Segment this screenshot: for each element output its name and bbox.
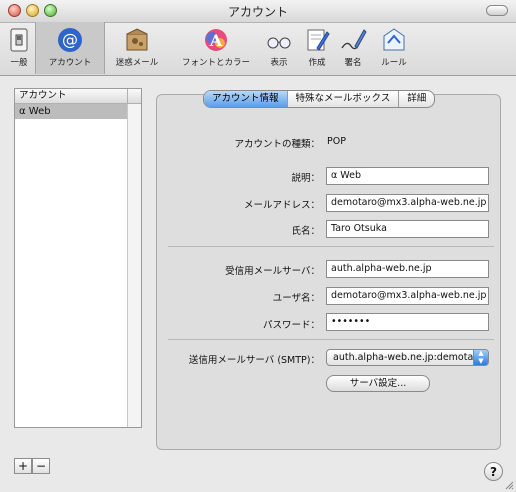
at-sign-icon: @: [58, 28, 82, 52]
toolbar-fonts-colors[interactable]: A フォントとカラー: [171, 26, 261, 74]
password-label: パスワード：: [262, 320, 320, 331]
description-label: 説明：: [291, 173, 320, 184]
toolbar-label: ルール: [381, 58, 407, 68]
toolbar-toggle-button[interactable]: [486, 5, 508, 16]
password-field[interactable]: •••••••: [326, 313, 489, 331]
account-row[interactable]: α Web: [15, 104, 141, 119]
font-color-icon: A: [205, 29, 227, 51]
rules-icon: [383, 28, 405, 51]
preferences-window: アカウント 一般 @ アカウント 迷惑メール A フォントとカラー 表示 作成 …: [0, 0, 516, 492]
account-type-label: アカウントの種類：: [234, 139, 320, 150]
username-field[interactable]: demotaro@mx3.alpha-web.ne.jp: [326, 287, 489, 305]
incoming-server-label: 受信用メールサーバ：: [225, 266, 320, 277]
accounts-list[interactable]: アカウント α Web: [14, 88, 142, 428]
smtp-server-label: 送信用メールサーバ (SMTP)：: [188, 355, 320, 366]
toolbar-label: 一般: [10, 58, 28, 68]
toolbar-label: アカウント: [48, 58, 92, 68]
email-field[interactable]: demotaro@mx3.alpha-web.ne.jp: [326, 194, 489, 212]
account-type-value: POP: [327, 136, 346, 147]
remove-account-button[interactable]: −: [32, 458, 50, 474]
accounts-scrollbar[interactable]: [127, 104, 141, 427]
smtp-server-selected-value: auth.alpha-web.ne.jp:demota: [333, 352, 474, 363]
toolbar-label: 署名: [344, 58, 362, 68]
toolbar-general[interactable]: 一般: [4, 26, 34, 74]
full-name-field[interactable]: Taro Otsuka: [326, 220, 489, 238]
accounts-list-header: アカウント: [15, 89, 141, 104]
toolbar-junk-mail[interactable]: 迷惑メール: [106, 26, 168, 74]
tab-account-info[interactable]: アカウント情報: [204, 91, 288, 107]
glasses-icon: [267, 37, 291, 49]
email-label: メールアドレス：: [243, 200, 320, 211]
description-field[interactable]: α Web: [326, 167, 489, 185]
tab-advanced[interactable]: 詳細: [399, 91, 434, 107]
help-button[interactable]: ?: [484, 462, 503, 481]
window-title: アカウント: [227, 5, 288, 19]
smtp-server-select[interactable]: auth.alpha-web.ne.jp:demota ▲ ▼: [326, 349, 489, 366]
preferences-toolbar: 一般 @ アカウント 迷惑メール A フォントとカラー 表示 作成 署名 ルール: [0, 22, 516, 76]
tab-special-mailboxes[interactable]: 特殊なメールボックス: [288, 91, 400, 107]
toolbar-composing[interactable]: 作成: [301, 26, 333, 74]
svg-text:A: A: [209, 31, 223, 50]
toolbar-signatures[interactable]: 署名: [336, 26, 370, 74]
server-settings-button[interactable]: サーバ設定...: [326, 375, 430, 392]
title-bar: アカウント: [0, 0, 516, 23]
resize-grip-icon[interactable]: [504, 480, 514, 490]
column-divider: [127, 89, 128, 103]
full-name-label: 氏名：: [291, 226, 320, 237]
toolbar-viewing[interactable]: 表示: [262, 26, 296, 74]
username-label: ユーザ名：: [272, 293, 320, 304]
signature-pen-icon: [341, 29, 367, 50]
toolbar-label: 作成: [308, 58, 326, 68]
junk-mail-icon: [126, 28, 148, 51]
section-divider: [168, 246, 494, 247]
toolbar-accounts[interactable]: @ アカウント: [35, 22, 105, 74]
account-tabs: アカウント情報 特殊なメールボックス 詳細: [203, 90, 436, 108]
light-switch-icon: [10, 28, 28, 52]
popup-arrows-icon: ▲ ▼: [473, 350, 488, 365]
toolbar-rules[interactable]: ルール: [373, 26, 415, 74]
svg-text:@: @: [62, 30, 78, 49]
incoming-server-field[interactable]: auth.alpha-web.ne.jp: [326, 260, 489, 278]
compose-icon: [307, 29, 330, 51]
toolbar-label: 迷惑メール: [115, 58, 159, 68]
add-account-button[interactable]: +: [14, 458, 32, 474]
toolbar-label: フォントとカラー: [181, 58, 250, 68]
section-divider: [168, 339, 494, 340]
toolbar-label: 表示: [270, 58, 288, 68]
